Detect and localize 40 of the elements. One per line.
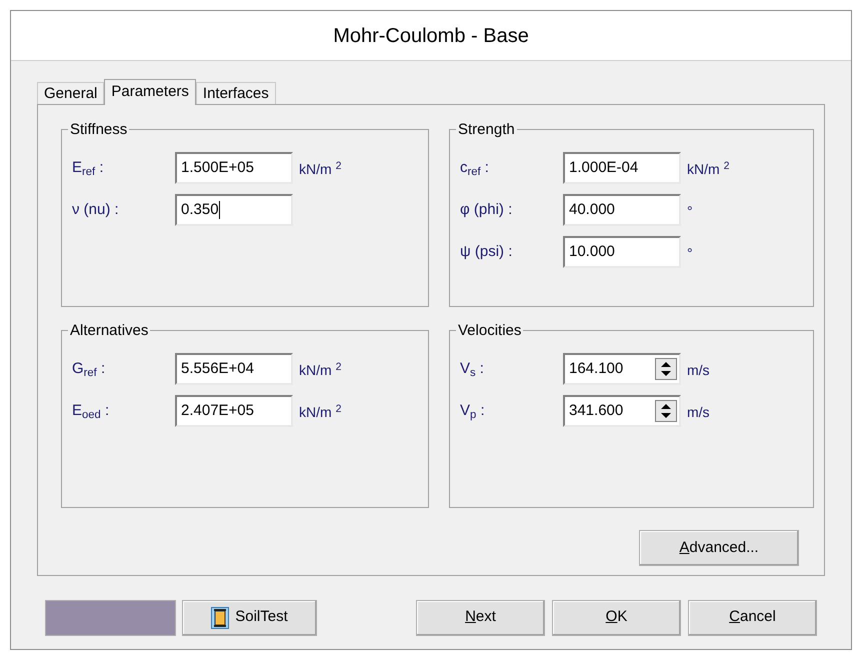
tab[interactable]: General: [37, 82, 104, 104]
spin-arrows-icon[interactable]: [655, 358, 677, 380]
unit-label: kN/m $^{2}$: [299, 159, 342, 179]
field-label: E$_{oed}$ :: [72, 400, 110, 422]
field-label: V$_{s}$ :: [460, 358, 485, 380]
cylinder-icon: [211, 606, 230, 628]
spin-field[interactable]: 164.100: [563, 353, 681, 385]
input-field[interactable]: 40.000: [563, 194, 681, 226]
color-swatch[interactable]: [45, 600, 176, 636]
dialog-button[interactable]: Cancel: [688, 600, 817, 636]
tab[interactable]: Parameters: [104, 79, 196, 105]
spin-arrows-icon[interactable]: [655, 400, 677, 422]
dialog-button[interactable]: OK: [552, 600, 681, 636]
input-field[interactable]: 5.556E+04: [175, 353, 293, 385]
input-field[interactable]: 1.000E-04: [563, 152, 681, 184]
unit-label: kN/m $^{2}$: [299, 360, 342, 380]
unit-label: °: [687, 244, 693, 263]
text-caret: [218, 201, 220, 219]
soiltest-button[interactable]: SoilTest: [182, 600, 317, 636]
field-label: G$_{ref}$ :: [72, 358, 106, 380]
unit-label: m/s: [687, 403, 710, 422]
input-field[interactable]: 10.000: [563, 236, 681, 268]
unit-label: kN/m $^{2}$: [687, 159, 730, 179]
unit-label: °: [687, 202, 693, 221]
advanced-button[interactable]: Advanced...: [639, 530, 799, 566]
field-label: V$_{p}$ :: [460, 400, 486, 422]
input-field[interactable]: 0.350: [175, 194, 293, 226]
input-field[interactable]: 1.500E+05: [175, 152, 293, 184]
tab[interactable]: Interfaces: [196, 82, 276, 104]
field-label: ν (nu) :: [72, 200, 120, 220]
field-label: c$_{ref}$ :: [460, 158, 490, 180]
field-label: φ (phi) :: [460, 200, 514, 220]
field-label: ψ (psi) :: [460, 242, 514, 262]
input-field[interactable]: 2.407E+05: [175, 395, 293, 427]
window-title: Mohr-Coulomb - Base: [333, 24, 529, 48]
spin-field[interactable]: 341.600: [563, 395, 681, 427]
field-label: E$_{ref}$ :: [72, 158, 104, 180]
dialog-button[interactable]: Next: [416, 600, 545, 636]
unit-label: kN/m $^{2}$: [299, 402, 342, 422]
unit-label: m/s: [687, 361, 710, 380]
